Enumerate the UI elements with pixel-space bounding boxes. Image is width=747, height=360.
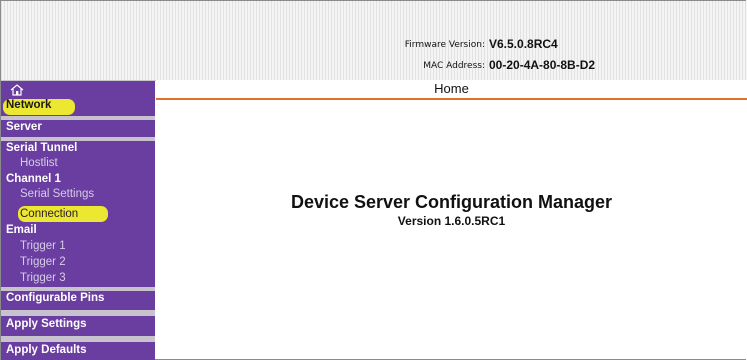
sidebar-item-serial-tunnel[interactable]: Serial Tunnel	[1, 142, 155, 157]
sidebar-item-serial-settings[interactable]: Serial Settings	[1, 188, 155, 203]
sidebar-item-connection[interactable]: Connection	[1, 208, 155, 223]
sidebar-item-label: Trigger 2	[20, 256, 66, 268]
main-title: Device Server Configuration Manager	[290, 192, 613, 212]
sidebar-item-configurable-pins[interactable]: Configurable Pins	[1, 292, 155, 307]
sidebar-item-label: Apply Defaults	[6, 344, 87, 356]
mac-label: MAC Address:	[423, 61, 485, 71]
sidebar-item-label: Trigger 3	[20, 272, 66, 284]
sidebar-item-label: Connection	[20, 208, 79, 220]
sidebar-item-server[interactable]: Server	[1, 121, 155, 136]
sidebar-item-trigger-3[interactable]: Trigger 3	[1, 272, 155, 287]
sidebar-divider	[1, 116, 155, 120]
firmware-row: Firmware Version: V6.5.0.8RC4	[1, 37, 747, 53]
sidebar-item-label: Configurable Pins	[6, 292, 105, 304]
sidebar-divider	[1, 310, 155, 316]
sidebar: Network Server Serial Tunnel Hostlist Ch…	[1, 81, 155, 360]
firmware-label: Firmware Version:	[404, 40, 485, 50]
sidebar-item-label: Email	[6, 224, 37, 236]
sidebar-item-email[interactable]: Email	[1, 224, 155, 239]
sidebar-divider	[1, 336, 155, 342]
mac-value: 00-20-4A-80-8B-D2	[489, 58, 596, 72]
sidebar-item-hostlist[interactable]: Hostlist	[1, 157, 155, 172]
sidebar-item-label: Channel 1	[6, 173, 61, 185]
sidebar-item-trigger-1[interactable]: Trigger 1	[1, 240, 155, 255]
sidebar-item-trigger-2[interactable]: Trigger 2	[1, 256, 155, 271]
sidebar-item-network[interactable]: Network	[1, 99, 155, 114]
sidebar-item-label: Network	[6, 99, 52, 111]
sidebar-item-label: Hostlist	[20, 157, 58, 169]
sidebar-item-label: Serial Settings	[20, 188, 95, 200]
sidebar-item-label: Trigger 1	[20, 240, 66, 252]
sidebar-item-channel-1[interactable]: Channel 1	[1, 173, 155, 188]
sidebar-item-label: Server	[6, 121, 42, 133]
firmware-value: V6.5.0.8RC4	[489, 37, 558, 51]
version-text: Version 1.6.0.5RC1	[397, 214, 506, 228]
sidebar-item-apply-settings[interactable]: Apply Settings	[1, 318, 155, 333]
sidebar-divider	[1, 137, 155, 141]
sidebar-item-label: Apply Settings	[6, 318, 87, 330]
sidebar-divider	[1, 287, 155, 291]
home-icon[interactable]	[10, 84, 24, 96]
sidebar-item-apply-defaults[interactable]: Apply Defaults	[1, 344, 155, 359]
content-title-bar: Home	[156, 80, 747, 100]
sidebar-item-label: Serial Tunnel	[6, 142, 78, 154]
mac-row: MAC Address: 00-20-4A-80-8B-D2	[1, 58, 747, 74]
header: Firmware Version: V6.5.0.8RC4 MAC Addres…	[1, 1, 747, 81]
page-title: Home	[434, 81, 469, 96]
